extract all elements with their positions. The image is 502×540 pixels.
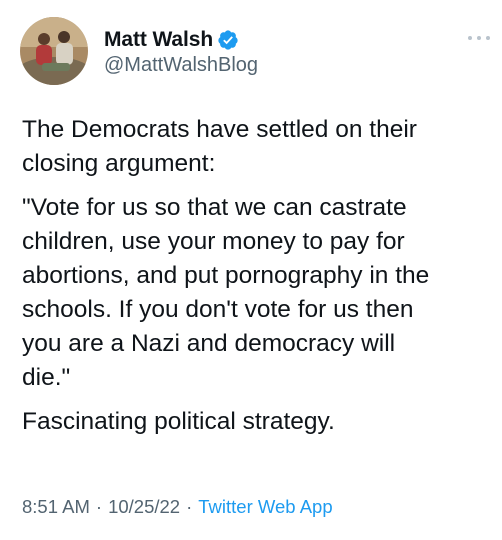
tweet-source-link[interactable]: Twitter Web App [198, 496, 332, 518]
more-horizontal-icon[interactable] [468, 34, 490, 42]
more-dot [468, 36, 472, 40]
tweet-time[interactable]: 8:51 AM [22, 496, 90, 518]
author-display-name[interactable]: Matt Walsh [104, 28, 213, 52]
author-handle[interactable]: @MattWalshBlog [104, 54, 258, 77]
more-dot [477, 36, 481, 40]
tweet-date[interactable]: 10/25/22 [108, 496, 180, 518]
more-dot [486, 36, 490, 40]
verified-badge-icon [217, 29, 239, 51]
meta-separator: · [186, 496, 193, 517]
avatar[interactable] [20, 17, 88, 85]
tweet-paragraph: "Vote for us so that we can castrate chi… [22, 194, 430, 391]
tweet-paragraph: Fascinating political strategy. [22, 408, 335, 435]
meta-separator: · [95, 496, 103, 517]
tweet-text: The Democrats have settled on their clos… [22, 113, 492, 449]
tweet-card: Matt Walsh @MattWalshBlog The Democrats … [0, 0, 502, 540]
tweet-metadata: 8:51 AM · 10/25/22 · Twitter Web App [22, 496, 333, 518]
avatar-image [20, 17, 88, 85]
tweet-paragraph: The Democrats have settled on their clos… [22, 116, 417, 177]
author-name-row[interactable]: Matt Walsh [104, 27, 239, 53]
